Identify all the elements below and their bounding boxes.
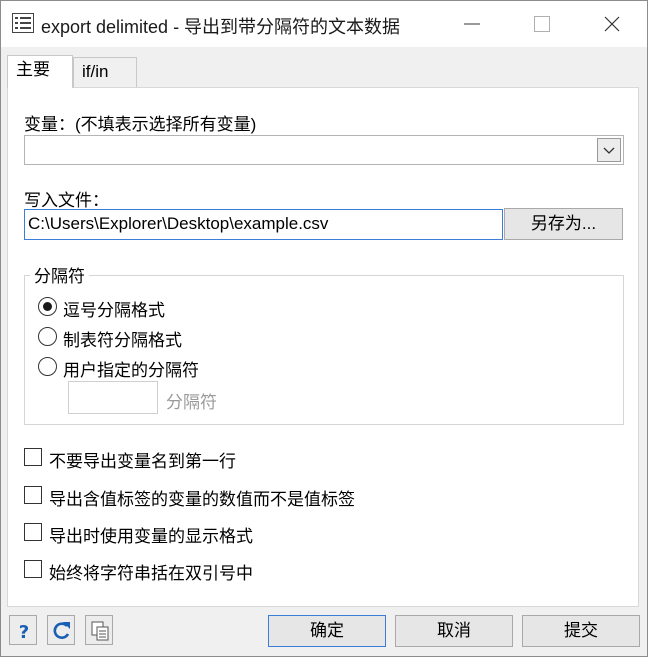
copy-button[interactable] [85, 615, 113, 645]
variables-label: 变量：(不填表示选择所有变量) [24, 115, 257, 134]
variables-combobox[interactable] [24, 135, 624, 165]
radio-custom-label[interactable]: 用户指定的分隔符 [63, 356, 199, 381]
minimize-icon [464, 23, 480, 25]
checkbox-nolabel-label[interactable]: 导出含值标签的变量的数值而不是值标签 [49, 485, 355, 510]
main-panel: 变量：(不填表示选择所有变量) 写入文件： C:\Users\Explorer\… [7, 87, 639, 607]
close-button[interactable] [577, 1, 647, 47]
custom-delimiter-input[interactable] [68, 381, 158, 414]
checkbox-quote-label[interactable]: 始终将字符串括在双引号中 [49, 559, 253, 584]
tab-main[interactable]: 主要 [7, 55, 73, 88]
maximize-icon [534, 16, 550, 32]
radio-custom[interactable] [38, 357, 57, 376]
submit-button[interactable]: 提交 [522, 615, 640, 647]
checkbox-quote[interactable] [24, 560, 42, 578]
reset-button[interactable] [47, 615, 75, 645]
chevron-down-icon [603, 147, 615, 154]
radio-comma[interactable] [38, 297, 57, 316]
checkbox-no-varnames-label[interactable]: 不要导出变量名到第一行 [49, 447, 236, 472]
radio-tab[interactable] [38, 327, 57, 346]
title-bar: export delimited - 导出到带分隔符的文本数据 [1, 1, 647, 47]
window-title: export delimited - 导出到带分隔符的文本数据 [41, 17, 401, 37]
file-path-input[interactable]: C:\Users\Explorer\Desktop\example.csv [24, 209, 503, 240]
svg-text:?: ? [19, 622, 29, 643]
ok-button[interactable]: 确定 [268, 615, 386, 647]
combobox-dropdown-button[interactable] [597, 138, 621, 162]
delimiter-group-title: 分隔符 [30, 262, 89, 287]
maximize-button[interactable] [507, 1, 577, 47]
help-icon: ? [19, 622, 29, 643]
checkbox-datafmt[interactable] [24, 523, 42, 541]
custom-delimiter-label: 分隔符 [166, 393, 217, 412]
help-button[interactable]: ? [9, 615, 37, 645]
write-file-label: 写入文件： [24, 191, 109, 210]
refresh-icon [53, 622, 70, 639]
dialog-window: export delimited - 导出到带分隔符的文本数据 主要 if/in… [0, 0, 648, 657]
save-as-button[interactable]: 另存为... [504, 208, 623, 240]
radio-tab-label[interactable]: 制表符分隔格式 [63, 326, 182, 351]
cancel-button[interactable]: 取消 [395, 615, 513, 647]
close-icon [604, 16, 620, 32]
tab-if-in[interactable]: if/in [73, 57, 137, 87]
radio-comma-label[interactable]: 逗号分隔格式 [63, 296, 165, 321]
checkbox-nolabel[interactable] [24, 486, 42, 504]
checkbox-no-varnames[interactable] [24, 448, 42, 466]
app-icon [12, 13, 34, 33]
minimize-button[interactable] [437, 1, 507, 47]
copy-icon [91, 621, 109, 641]
checkbox-datafmt-label[interactable]: 导出时使用变量的显示格式 [49, 522, 253, 547]
